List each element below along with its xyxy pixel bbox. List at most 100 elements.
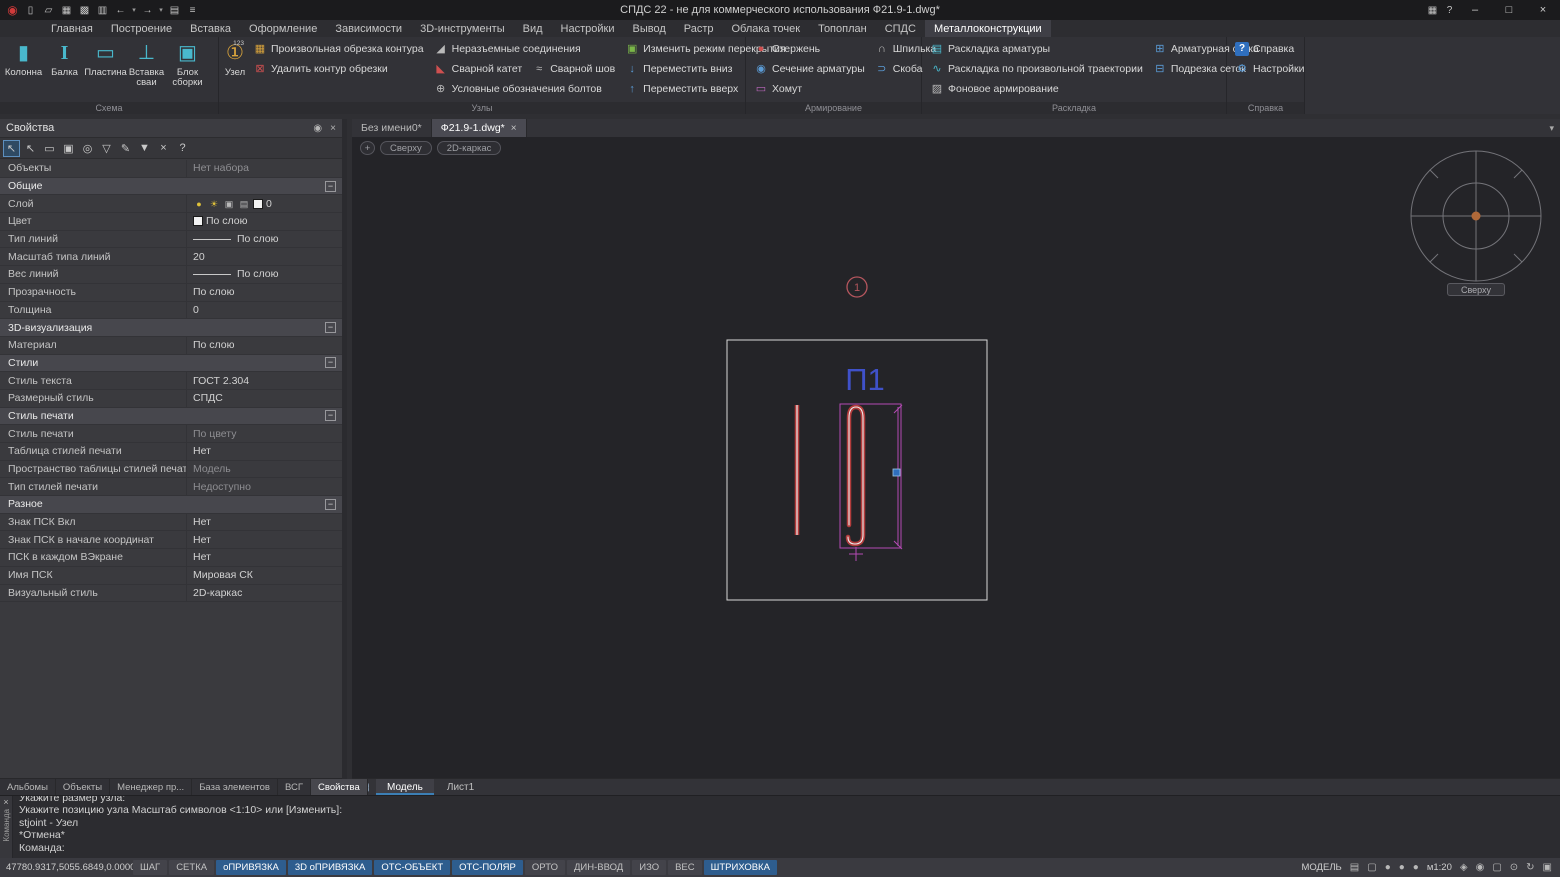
collapse-icon[interactable]: − <box>325 357 336 368</box>
weld-seam-button[interactable]: ≈ Сварной шов <box>527 59 620 79</box>
tab-vid[interactable]: Вид <box>514 20 552 37</box>
layout-switch-icon[interactable]: ▤ <box>1350 862 1359 873</box>
tab-rastr[interactable]: Растр <box>675 20 723 37</box>
background-reinforcement-button[interactable]: ▨ Фоновое армирование <box>925 79 1148 99</box>
property-row-layer[interactable]: Слой ● ☀ ▣ ▤ 0 <box>0 195 342 213</box>
rebar-button[interactable]: ● Стержень <box>749 39 870 59</box>
help-reference-button[interactable]: ? Справка <box>1230 39 1310 59</box>
document-list-chevron-icon[interactable]: ▾ <box>1549 123 1554 134</box>
delete-trim-contour-button[interactable]: ⊠ Удалить контур обрезки <box>248 59 429 79</box>
property-row-objects[interactable]: Объекты Нет набора <box>0 160 342 178</box>
property-row-linetype-scale[interactable]: Масштаб типа линий 20 <box>0 248 342 266</box>
zoom-icon[interactable]: ⊙ <box>1510 862 1518 873</box>
close-button[interactable]: × <box>1526 0 1560 20</box>
help-icon[interactable]: ? <box>1441 2 1458 18</box>
property-row-visual-style[interactable]: Визуальный стиль 2D-каркас <box>0 585 342 603</box>
section-header-general[interactable]: Общие − <box>0 178 342 196</box>
layer-lock-icon[interactable]: ▣ <box>223 198 235 210</box>
clear-selection-icon[interactable]: × <box>155 140 172 157</box>
toggle-osnap[interactable]: оПРИВЯЗКА <box>216 860 286 875</box>
property-row-ucs-icon-on[interactable]: Знак ПСК Вкл Нет <box>0 514 342 532</box>
property-row-ucs-name[interactable]: Имя ПСК Мировая СК <box>0 567 342 585</box>
node-button[interactable]: 123 ① Узел <box>222 39 248 101</box>
path-layout-button[interactable]: ∿ Раскладка по произвольной траектории <box>925 59 1148 79</box>
property-row-ucs-icon-origin[interactable]: Знак ПСК в начале координат Нет <box>0 531 342 549</box>
tray-notification-icon[interactable]: ● <box>1385 862 1391 873</box>
toggle-object-track[interactable]: ОТС-ОБЪЕКТ <box>374 860 450 875</box>
keyboard-icon[interactable]: ▦ <box>1424 2 1441 18</box>
panel-tab-element-base[interactable]: База элементов <box>192 779 278 795</box>
panel-tab-vsg[interactable]: ВСГ <box>278 779 311 795</box>
collapse-icon[interactable]: − <box>325 181 336 192</box>
property-row-color[interactable]: Цвет По слою <box>0 213 342 231</box>
drawing-canvas[interactable]: 1 П1 <box>352 137 1560 778</box>
property-row-transparency[interactable]: Прозрачность По слою <box>0 284 342 302</box>
toggle-ortho[interactable]: ОРТО <box>525 860 565 875</box>
toggle-iso[interactable]: ИЗО <box>632 860 666 875</box>
redo-icon[interactable]: → <box>139 2 156 18</box>
rebar-section-button[interactable]: ◉ Сечение арматуры <box>749 59 870 79</box>
toggle-step[interactable]: ШАГ <box>133 860 167 875</box>
toggle-dyn-input[interactable]: ДИН-ВВОД <box>567 860 630 875</box>
model-space-button[interactable]: МОДЕЛЬ <box>1301 862 1341 873</box>
command-window-side-tab[interactable]: × Команда <box>0 796 13 858</box>
collapse-icon[interactable]: − <box>325 322 336 333</box>
new-file-icon[interactable]: ▯ <box>22 2 39 18</box>
filter-apply-icon[interactable]: ▼ <box>136 140 153 157</box>
document-close-icon[interactable]: × <box>511 123 517 134</box>
property-row-lineweight[interactable]: Вес линий По слою <box>0 266 342 284</box>
collapse-icon[interactable]: − <box>325 410 336 421</box>
document-tab-unnamed[interactable]: Без имени0* <box>352 119 432 137</box>
properties-help-icon[interactable]: ? <box>174 140 191 157</box>
bolt-symbols-button[interactable]: ⊕ Условные обозначения болтов <box>429 79 621 99</box>
panel-tab-manager[interactable]: Менеджер пр... <box>110 779 192 795</box>
quick-select-icon[interactable]: ◎ <box>79 140 96 157</box>
tab-postroenie[interactable]: Построение <box>102 20 181 37</box>
layer-color-swatch[interactable] <box>253 199 263 209</box>
document-tab-current[interactable]: Ф21.9-1.dwg* × <box>432 119 527 137</box>
pin-icon[interactable]: ◉ <box>313 123 322 134</box>
panel-tab-properties[interactable]: Свойства <box>311 779 368 795</box>
section-header-misc[interactable]: Разное − <box>0 496 342 514</box>
tab-topoplan[interactable]: Топоплан <box>809 20 876 37</box>
tab-vstavka[interactable]: Вставка <box>181 20 240 37</box>
toggle-polar-track[interactable]: ОТС-ПОЛЯР <box>452 860 523 875</box>
weld-fillet-button[interactable]: ◣ Сварной катет <box>429 59 528 79</box>
select-icon[interactable]: ↖ <box>22 140 39 157</box>
viewport-menu-button[interactable]: + <box>360 141 375 155</box>
display-settings-icon[interactable]: ▤ <box>166 2 183 18</box>
regen-icon[interactable]: ↻ <box>1526 862 1534 873</box>
tab-metallokonstruktsii[interactable]: Металлоконструкции <box>925 20 1051 37</box>
tab-oblaka-tochek[interactable]: Облака точек <box>723 20 810 37</box>
trim-contour-button[interactable]: ▦ Произвольная обрезка контура <box>248 39 429 59</box>
fixed-joints-button[interactable]: ◢ Неразъемные соединения <box>429 39 621 59</box>
property-row-text-style[interactable]: Стиль текста ГОСТ 2.304 <box>0 372 342 390</box>
plate-button[interactable]: ▭ Пластина <box>85 39 126 101</box>
layer-freeze-icon[interactable]: ☀ <box>208 198 220 210</box>
filter-edit-icon[interactable]: ✎ <box>117 140 134 157</box>
tray-isolate-icon[interactable]: ● <box>1413 862 1419 873</box>
property-row-material[interactable]: Материал По слою <box>0 337 342 355</box>
fullscreen-icon[interactable]: ▣ <box>1543 862 1552 873</box>
pan-icon[interactable]: ◈ <box>1460 862 1468 873</box>
property-row-plot-style-type[interactable]: Тип стилей печати Недоступно <box>0 478 342 496</box>
undo-icon[interactable]: ← <box>112 2 129 18</box>
command-close-icon[interactable]: × <box>3 797 8 807</box>
property-row-thickness[interactable]: Толщина 0 <box>0 302 342 320</box>
property-row-plot-style-table[interactable]: Таблица стилей печати Нет <box>0 443 342 461</box>
pile-insert-button[interactable]: ⊥ Вставка сваи <box>126 39 167 101</box>
section-header-3d-visualization[interactable]: 3D-визуализация − <box>0 319 342 337</box>
print-icon[interactable]: ▥ <box>94 2 111 18</box>
collapse-icon[interactable]: − <box>325 499 336 510</box>
tab-spds[interactable]: СПДС <box>876 20 925 37</box>
save-icon[interactable]: ▦ <box>58 2 75 18</box>
annotation-scale-button[interactable]: м1:20 <box>1427 862 1452 873</box>
color-swatch[interactable] <box>193 216 203 226</box>
property-row-linetype[interactable]: Тип линий По слою <box>0 231 342 249</box>
tray-security-icon[interactable]: ● <box>1399 862 1405 873</box>
customize-toolbar-icon[interactable]: ≡ <box>184 2 201 18</box>
property-row-dim-style[interactable]: Размерный стиль СПДС <box>0 390 342 408</box>
toggle-hatch[interactable]: ШТРИХОВКА <box>704 860 777 875</box>
open-file-icon[interactable]: ▱ <box>40 2 57 18</box>
section-header-styles[interactable]: Стили − <box>0 355 342 373</box>
